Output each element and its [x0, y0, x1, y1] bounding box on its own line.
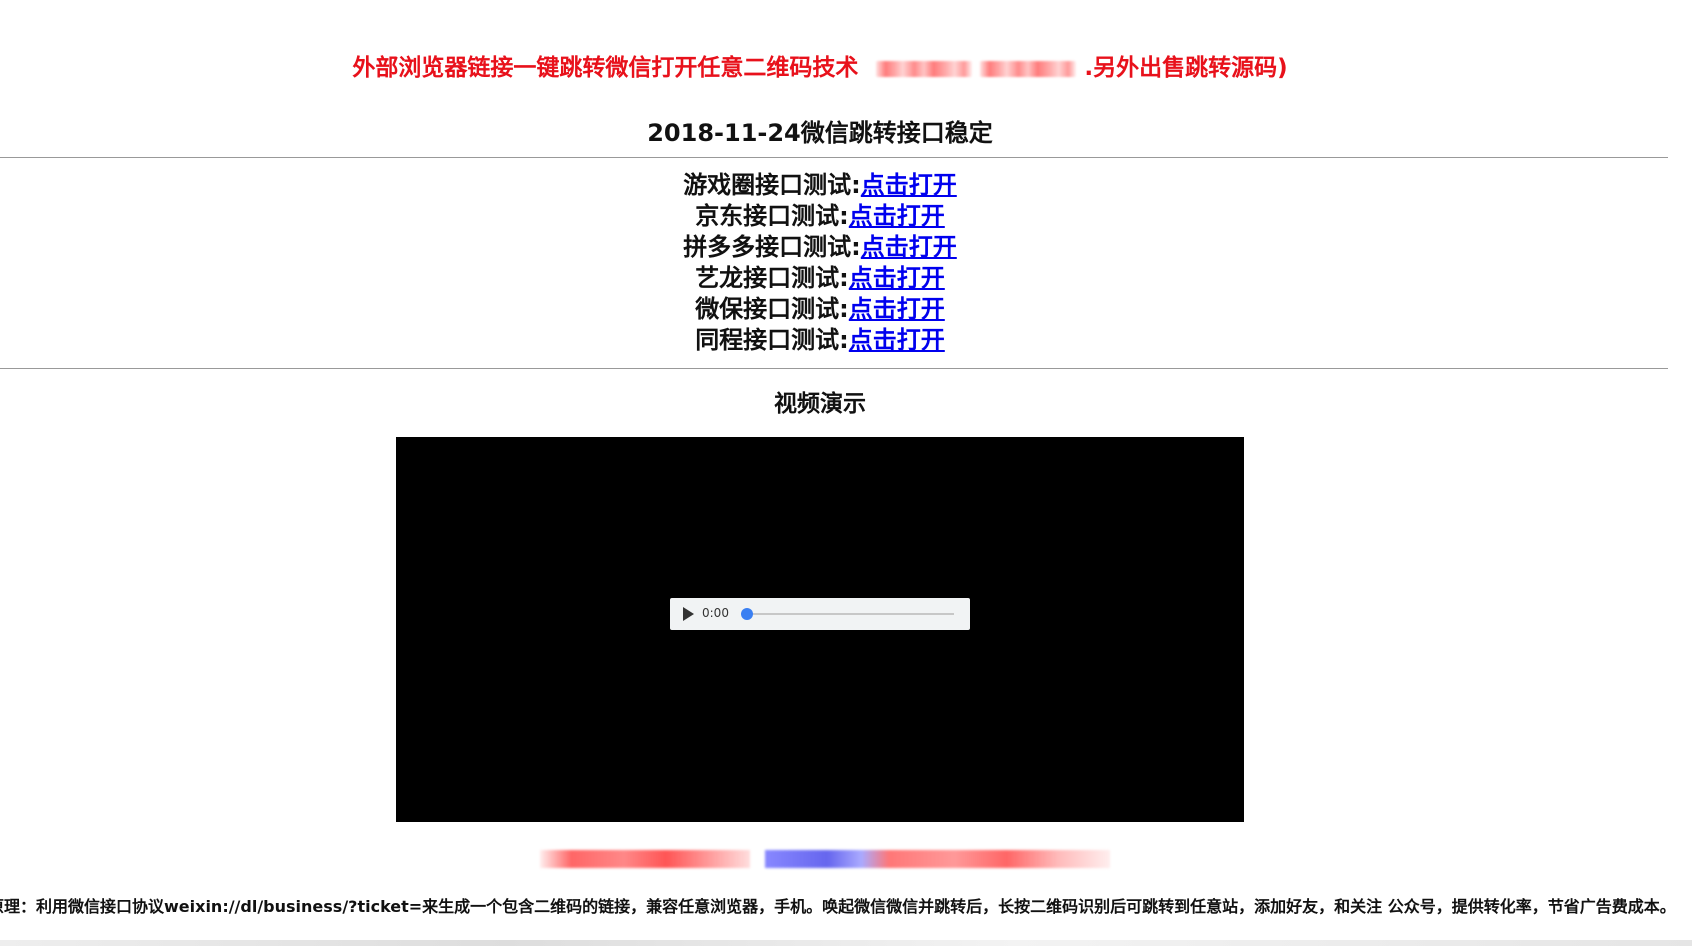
divider — [0, 157, 1668, 158]
list-item: 京东接口测试:点击打开 — [0, 201, 1640, 232]
divider — [0, 368, 1668, 369]
list-item: 拼多多接口测试:点击打开 — [0, 232, 1640, 263]
test-label: 同程接口测试: — [695, 326, 849, 354]
video-player[interactable]: 0:00 — [396, 437, 1244, 822]
test-label: 拼多多接口测试: — [683, 233, 861, 261]
video-heading: 视频演示 — [774, 391, 866, 417]
redacted-block — [540, 850, 750, 868]
redacted-row — [0, 848, 1640, 872]
banner-text-start: 外部浏览器链接一键跳转微信打开任意二维码技术 — [352, 55, 859, 81]
list-item: 微保接口测试:点击打开 — [0, 294, 1640, 325]
progress-slider[interactable] — [741, 608, 954, 620]
page-edge — [0, 940, 1692, 946]
open-link[interactable]: 点击打开 — [849, 295, 945, 323]
open-link[interactable]: 点击打开 — [861, 171, 957, 199]
slider-thumb[interactable] — [741, 608, 753, 620]
page: 外部浏览器链接一键跳转微信打开任意二维码技术 .另外出售跳转源码) 2018-1… — [0, 0, 1692, 946]
list-item: 艺龙接口测试:点击打开 — [0, 263, 1640, 294]
test-label: 微保接口测试: — [695, 295, 849, 323]
list-item: 游戏圈接口测试:点击打开 — [0, 170, 1640, 201]
open-link[interactable]: 点击打开 — [849, 264, 945, 292]
play-icon[interactable] — [683, 607, 694, 621]
current-time: 0:00 — [702, 606, 729, 620]
principle-text: 原理：利用微信接口协议weixin://dl/business/?ticket=… — [0, 897, 1676, 916]
test-label: 京东接口测试: — [695, 202, 849, 230]
test-list: 游戏圈接口测试:点击打开 京东接口测试:点击打开 拼多多接口测试:点击打开 艺龙… — [0, 170, 1640, 356]
page-subtitle: 2018-11-24微信跳转接口稳定 — [647, 119, 993, 147]
redacted-block — [980, 60, 1077, 77]
open-link[interactable]: 点击打开 — [849, 326, 945, 354]
list-item: 同程接口测试:点击打开 — [0, 325, 1640, 356]
redacted-block — [876, 60, 973, 77]
page-banner: 外部浏览器链接一键跳转微信打开任意二维码技术 .另外出售跳转源码) — [0, 48, 1640, 82]
banner-text-end: .另外出售跳转源码) — [1084, 55, 1288, 81]
redacted-block — [765, 850, 1110, 868]
open-link[interactable]: 点击打开 — [849, 202, 945, 230]
test-label: 艺龙接口测试: — [695, 264, 849, 292]
test-label: 游戏圈接口测试: — [683, 171, 861, 199]
media-controls: 0:00 — [670, 598, 970, 630]
open-link[interactable]: 点击打开 — [861, 233, 957, 261]
